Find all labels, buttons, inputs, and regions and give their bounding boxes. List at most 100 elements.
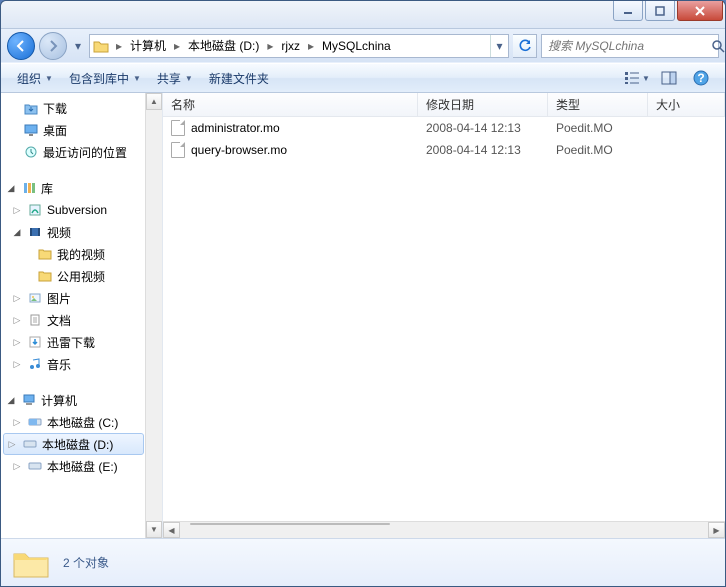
nav-history-dropdown[interactable]: ▾ bbox=[71, 35, 85, 57]
tree-node-public-videos[interactable]: 公用视频 bbox=[1, 265, 162, 287]
column-date[interactable]: 修改日期 bbox=[418, 93, 548, 116]
breadcrumb-seg-mysqlchina[interactable]: MySQLchina bbox=[318, 35, 395, 57]
chevron-down-icon: ▼ bbox=[185, 74, 193, 83]
file-row[interactable]: administrator.mo 2008-04-14 12:13 Poedit… bbox=[163, 117, 725, 139]
chevron-right-icon[interactable]: ▸ bbox=[304, 39, 318, 53]
search-box[interactable] bbox=[541, 34, 719, 58]
chevron-right-icon[interactable]: ▸ bbox=[170, 39, 184, 53]
file-type: Poedit.MO bbox=[548, 143, 648, 157]
triangle-down-icon[interactable]: ◢ bbox=[5, 183, 17, 194]
tree-node-music[interactable]: ▷音乐 bbox=[1, 353, 162, 375]
help-button[interactable]: ? bbox=[685, 66, 717, 90]
search-input[interactable] bbox=[542, 39, 711, 53]
close-button[interactable] bbox=[677, 1, 723, 21]
node-label: 最近访问的位置 bbox=[43, 144, 127, 161]
node-label: 计算机 bbox=[41, 392, 77, 409]
breadcrumb-seg-rjxz[interactable]: rjxz bbox=[277, 35, 304, 57]
newfolder-button[interactable]: 新建文件夹 bbox=[201, 64, 277, 92]
tree-node-videos[interactable]: ◢ 视频 bbox=[1, 221, 162, 243]
breadcrumb[interactable]: ▸ 计算机 ▸ 本地磁盘 (D:) ▸ rjxz ▸ MySQLchina ▾ bbox=[89, 34, 509, 58]
newfolder-label: 新建文件夹 bbox=[209, 70, 269, 87]
file-icon bbox=[171, 142, 185, 158]
tree-node-pictures[interactable]: ▷图片 bbox=[1, 287, 162, 309]
tree-node-drive-e[interactable]: ▷本地磁盘 (E:) bbox=[1, 455, 162, 477]
scroll-right-icon[interactable]: ▶ bbox=[708, 522, 725, 538]
tree-node-xunlei[interactable]: ▷ 迅雷下载 bbox=[1, 331, 162, 353]
triangle-right-icon[interactable]: ▷ bbox=[11, 359, 23, 370]
tree-scrollbar[interactable]: ▲ ▼ bbox=[145, 93, 162, 538]
column-type[interactable]: 类型 bbox=[548, 93, 648, 116]
xunlei-icon bbox=[27, 334, 43, 350]
folder-icon bbox=[11, 546, 51, 580]
node-label: Subversion bbox=[47, 203, 107, 217]
breadcrumb-seg-drive-d[interactable]: 本地磁盘 (D:) bbox=[184, 35, 263, 57]
refresh-button[interactable] bbox=[513, 34, 537, 58]
address-bar: ▾ ▸ 计算机 ▸ 本地磁盘 (D:) ▸ rjxz ▸ MySQLchina … bbox=[1, 29, 725, 63]
tree-node-drive-c[interactable]: ▷ 本地磁盘 (C:) bbox=[1, 411, 162, 433]
subversion-icon bbox=[27, 202, 43, 218]
drive-icon bbox=[27, 458, 43, 474]
forward-button[interactable] bbox=[39, 32, 67, 60]
node-label: 库 bbox=[41, 180, 53, 197]
chevron-right-icon[interactable]: ▸ bbox=[112, 39, 126, 53]
search-icon[interactable] bbox=[711, 35, 725, 57]
share-label: 共享 bbox=[157, 70, 181, 87]
music-icon bbox=[27, 356, 43, 372]
status-bar: 2 个对象 bbox=[1, 538, 725, 586]
chevron-right-icon[interactable]: ▸ bbox=[263, 39, 277, 53]
triangle-right-icon[interactable]: ▷ bbox=[11, 205, 23, 216]
back-button[interactable] bbox=[7, 32, 35, 60]
tree-node-libraries[interactable]: ◢库 bbox=[1, 177, 162, 199]
recent-icon bbox=[23, 144, 39, 160]
scroll-track[interactable] bbox=[180, 522, 708, 538]
triangle-down-icon[interactable]: ◢ bbox=[11, 227, 23, 238]
tree-node-recent[interactable]: 最近访问的位置 bbox=[1, 141, 162, 163]
navigation-tree[interactable]: 下载 桌面 最近访问的位置 ◢库 ▷Subversion ◢视频 我的视频 公用… bbox=[1, 93, 163, 538]
file-date: 2008-04-14 12:13 bbox=[418, 143, 548, 157]
triangle-right-icon[interactable]: ▷ bbox=[6, 439, 18, 450]
toolbar: 组织▼ 包含到库中▼ 共享 ▼ 新建文件夹 ▼ ? bbox=[1, 63, 725, 93]
node-label: 本地磁盘 (D:) bbox=[42, 436, 113, 453]
scroll-up-icon[interactable]: ▲ bbox=[146, 93, 162, 110]
scroll-track[interactable] bbox=[146, 110, 162, 521]
triangle-right-icon[interactable]: ▷ bbox=[11, 337, 23, 348]
share-menu[interactable]: 共享 ▼ bbox=[149, 64, 201, 92]
file-row[interactable]: query-browser.mo 2008-04-14 12:13 Poedit… bbox=[163, 139, 725, 161]
triangle-right-icon[interactable]: ▷ bbox=[11, 461, 23, 472]
folder-icon bbox=[90, 35, 112, 57]
column-name[interactable]: 名称 bbox=[163, 93, 418, 116]
tree-node-computer[interactable]: ◢ 计算机 bbox=[1, 389, 162, 411]
triangle-down-icon[interactable]: ◢ bbox=[5, 395, 17, 406]
triangle-right-icon[interactable]: ▷ bbox=[11, 315, 23, 326]
triangle-right-icon[interactable]: ▷ bbox=[11, 417, 23, 428]
triangle-right-icon[interactable]: ▷ bbox=[11, 293, 23, 304]
node-label: 迅雷下载 bbox=[47, 334, 95, 351]
scroll-left-icon[interactable]: ◀ bbox=[163, 522, 180, 538]
file-type: Poedit.MO bbox=[548, 121, 648, 135]
organize-label: 组织 bbox=[17, 70, 41, 87]
file-rows: administrator.mo 2008-04-14 12:13 Poedit… bbox=[163, 117, 725, 521]
folder-icon bbox=[37, 268, 53, 284]
tree-node-desktop[interactable]: 桌面 bbox=[1, 119, 162, 141]
scroll-thumb[interactable] bbox=[190, 523, 390, 525]
tree-node-documents[interactable]: ▷文档 bbox=[1, 309, 162, 331]
scroll-down-icon[interactable]: ▼ bbox=[146, 521, 162, 538]
breadcrumb-seg-computer[interactable]: 计算机 bbox=[126, 35, 170, 57]
tree-node-drive-d[interactable]: ▷ 本地磁盘 (D:) bbox=[3, 433, 144, 455]
horizontal-scrollbar[interactable]: ◀ ▶ bbox=[163, 521, 725, 538]
preview-pane-button[interactable] bbox=[653, 66, 685, 90]
minimize-button[interactable] bbox=[613, 1, 643, 21]
tree-node-downloads[interactable]: 下载 bbox=[1, 97, 162, 119]
maximize-button[interactable] bbox=[645, 1, 675, 21]
libraries-icon bbox=[21, 180, 37, 196]
include-menu[interactable]: 包含到库中▼ bbox=[61, 64, 149, 92]
tree-node-my-videos[interactable]: 我的视频 bbox=[1, 243, 162, 265]
view-mode-button[interactable]: ▼ bbox=[621, 66, 653, 90]
node-label: 视频 bbox=[47, 224, 71, 241]
organize-menu[interactable]: 组织▼ bbox=[9, 64, 61, 92]
tree-node-subversion[interactable]: ▷ Subversion bbox=[1, 199, 162, 221]
node-label: 本地磁盘 (C:) bbox=[47, 414, 118, 431]
file-name: administrator.mo bbox=[191, 121, 280, 135]
breadcrumb-dropdown[interactable]: ▾ bbox=[490, 35, 508, 57]
column-size[interactable]: 大小 bbox=[648, 93, 725, 116]
